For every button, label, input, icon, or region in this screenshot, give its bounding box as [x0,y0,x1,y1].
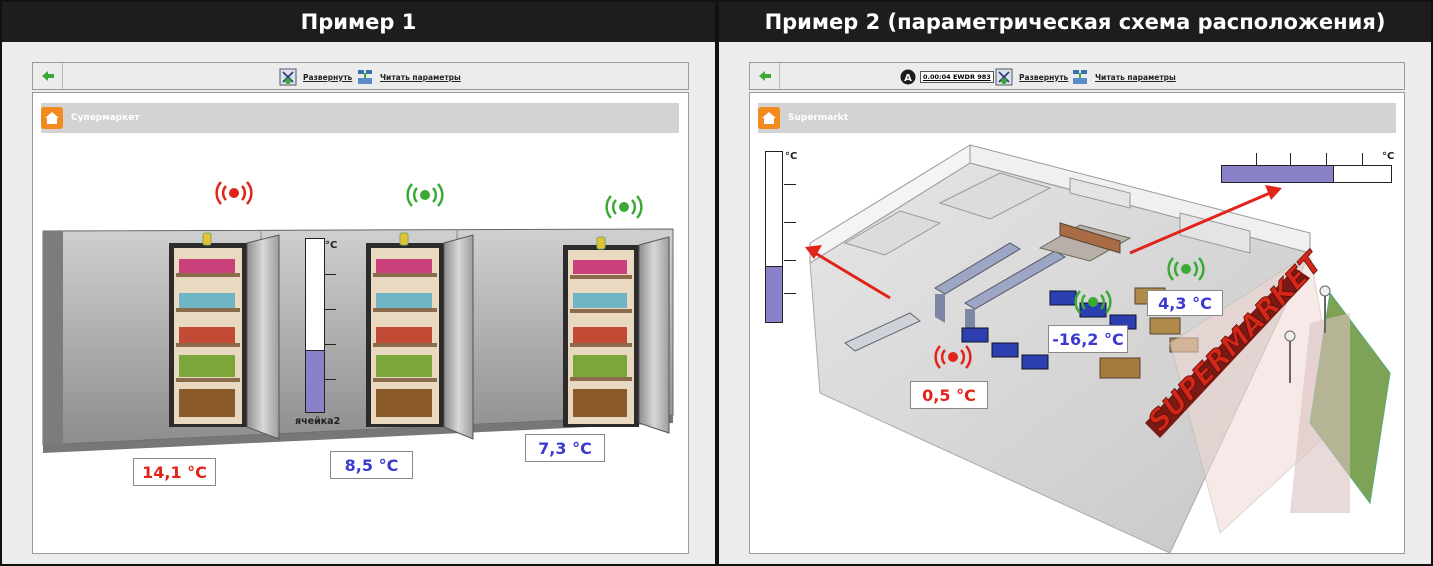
panel-header: Пример 1 [2,2,715,42]
arrow-left-icon [758,71,771,81]
ok-signal-icon [406,183,444,207]
toolbar: Развернуть Читать параметры [32,62,689,90]
vertical-thermometer-unit: °C [785,151,798,162]
door-1 [169,232,280,440]
arrow-left-icon [41,71,54,81]
cell-1-temperature[interactable]: 14,1 °C [133,458,216,486]
cell-3-temperature[interactable]: 7,3 °C [525,434,605,462]
door-3 [563,236,670,434]
door-2 [366,232,474,440]
horizontal-thermometer-level [1222,166,1334,182]
device-field[interactable]: 0.00:04 EWDR 983 [920,71,994,83]
cell-2-temperature[interactable]: 8,5 °C [330,451,413,479]
read-params-icon [1073,70,1087,84]
back-button[interactable] [33,63,63,89]
sensor-2-temperature[interactable]: -16,2 °C [1048,325,1128,353]
thermometer-bar [305,238,336,413]
sensor-3-temperature[interactable]: 4,3 °C [1147,290,1223,316]
read-params-button[interactable]: Читать параметры [356,68,461,86]
horizontal-thermometer-unit: °C [1382,151,1395,162]
toolbar: A 0.00:04 EWDR 983 ▾ Развернуть Читать п… [749,62,1405,90]
read-params-label: Читать параметры [1095,72,1176,82]
expand-icon [279,68,297,86]
read-params-icon [358,70,372,84]
horizontal-thermometer [1221,153,1392,183]
cold-rooms-illustration [42,228,674,453]
svg-text:A: A [904,73,912,84]
back-button[interactable] [750,63,780,89]
vertical-thermometer [765,151,796,323]
thermometer-level [306,349,324,412]
ok-signal-icon [605,195,643,219]
expand-icon [995,68,1013,86]
example-1-panel: Пример 1 Развернуть Читать параметры Суп… [0,0,717,566]
ok-signal-icon [1167,257,1205,281]
expand-button[interactable]: Развернуть [995,68,1068,86]
panel-header: Пример 2 (параметрическая схема располож… [719,2,1431,42]
alarm-signal-icon [215,181,253,205]
thermometer-unit: °C [325,240,338,251]
expand-label: Развернуть [303,72,353,82]
ok-signal-icon [1074,290,1112,314]
device-selector[interactable]: A 0.00:04 EWDR 983 ▾ [900,69,1005,85]
layout-view: Supermarkt SUPERMARKET °C °C 0,5 °C -16,… [749,92,1405,554]
read-params-label: Читать параметры [380,72,461,82]
read-params-button[interactable]: Читать параметры [1071,68,1176,86]
expand-label: Развернуть [1019,72,1069,82]
supermarket-floorplan: SUPERMARKET [805,144,1391,553]
diagram-view: Супермаркет °C ячейка2 14,1 °C 8,5 °C 7,… [32,92,689,554]
example-2-panel: Пример 2 (параметрическая схема располож… [717,0,1433,566]
expand-button[interactable]: Развернуть [279,68,352,86]
alarm-signal-icon [934,345,972,369]
thermometer-label: ячейка2 [295,416,341,427]
sensor-1-temperature[interactable]: 0,5 °C [910,381,988,409]
device-a-icon: A [900,69,916,85]
vertical-thermometer-level [766,265,782,322]
